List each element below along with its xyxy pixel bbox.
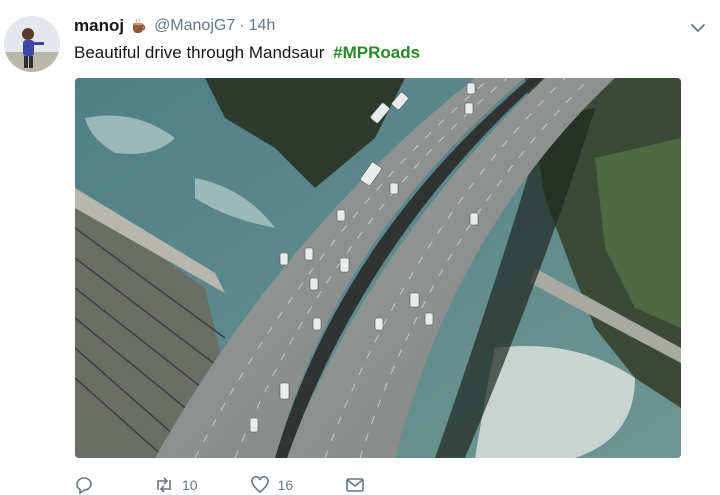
retweet-icon	[157, 477, 171, 493]
author-handle[interactable]: @ManojG7	[154, 17, 235, 35]
tweet-text: Beautiful drive through Mandsaur #MPRoad…	[74, 43, 420, 63]
hashtag-link[interactable]: #MPRoads	[333, 43, 420, 62]
retweet-button[interactable]: 10	[154, 476, 198, 494]
like-count: 16	[277, 477, 294, 493]
coffee-emoji-icon	[130, 18, 148, 34]
chevron-down-icon[interactable]	[690, 22, 706, 34]
avatar[interactable]	[4, 16, 60, 72]
tweet-time[interactable]: 14h	[249, 17, 276, 35]
reply-button[interactable]	[74, 476, 102, 494]
tweet-body: Beautiful drive through Mandsaur	[74, 43, 325, 62]
tweet: manoj @ManojG7 · 14h Beautiful drive thr…	[0, 0, 720, 494]
separator-dot: ·	[239, 17, 245, 34]
avatar-image	[4, 16, 60, 72]
highway-bridge-photo	[75, 78, 681, 458]
tweet-photo[interactable]	[75, 78, 681, 458]
message-button[interactable]	[345, 476, 373, 494]
tweet-header: manoj @ManojG7 · 14h	[74, 15, 275, 37]
retweet-count: 10	[182, 477, 198, 493]
author-name[interactable]: manoj	[74, 16, 124, 36]
like-icon	[250, 476, 269, 494]
message-icon	[346, 478, 364, 492]
like-button[interactable]: 16	[250, 476, 294, 494]
reply-icon	[76, 477, 92, 494]
tweet-actions: 10 16	[74, 475, 425, 495]
